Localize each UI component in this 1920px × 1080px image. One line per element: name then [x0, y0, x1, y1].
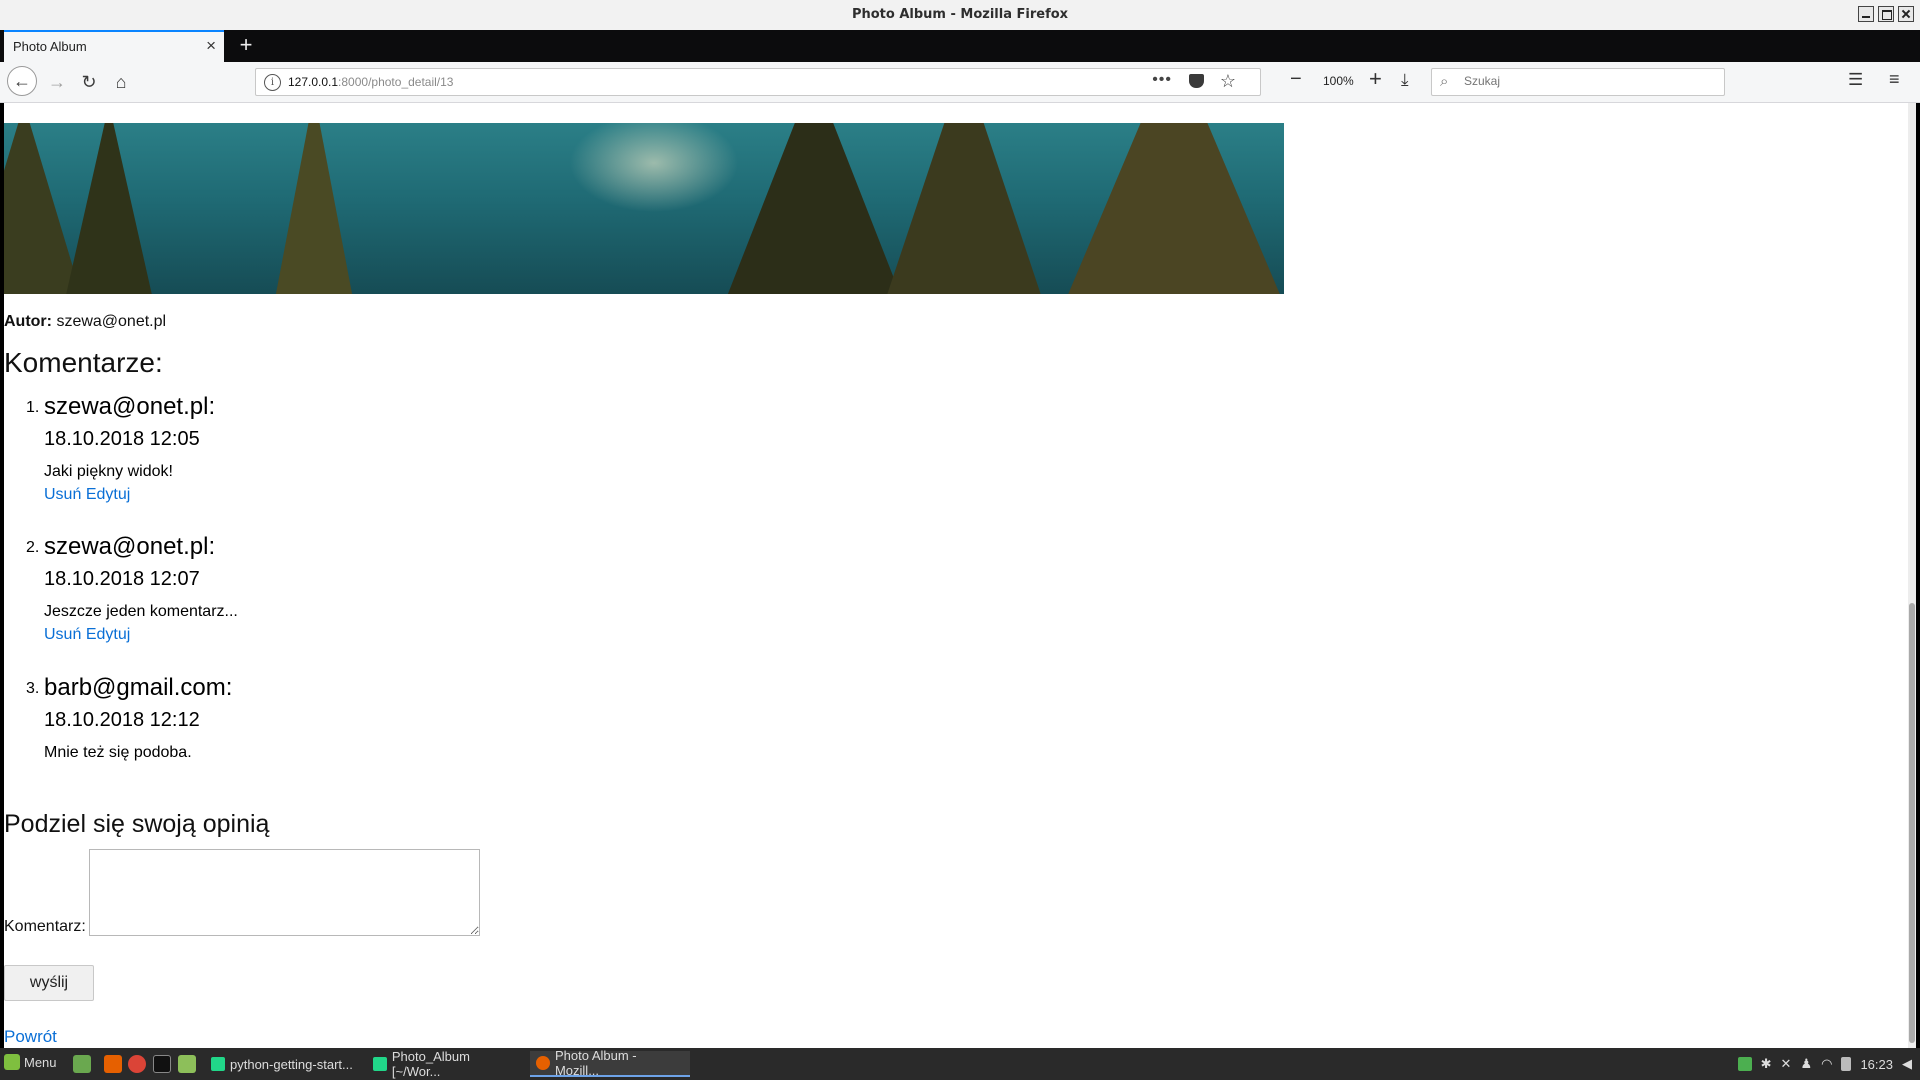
comment-text: Jaki piękny widok!	[44, 463, 173, 480]
show-desktop-icon[interactable]	[73, 1055, 91, 1073]
comment-item: 3. barb@gmail.com: 18.10.2018 12:12 Mnie…	[26, 674, 744, 762]
forward-icon[interactable]: →	[43, 68, 71, 96]
start-menu-button[interactable]: Menu	[4, 1054, 57, 1070]
page-viewport: Autor: szewa@onet.pl Komentarze: 1. szew…	[4, 103, 1916, 1048]
tree-shape	[1064, 123, 1284, 294]
comment-actions: Usuń Edytuj	[44, 626, 744, 644]
comment-item: 1. szewa@onet.pl: 18.10.2018 12:05 Jaki …	[26, 393, 744, 504]
tree-shape	[274, 123, 354, 294]
start-menu-label: Menu	[24, 1054, 57, 1070]
comment-form-heading: Podziel się swoją opinią	[4, 810, 270, 838]
zoom-out-icon[interactable]: −	[1290, 68, 1302, 91]
edit-comment-link[interactable]: Edytuj	[86, 486, 130, 503]
taskbar: Menu python-getting-start... Photo_Album…	[0, 1048, 1920, 1080]
minimize-button[interactable]	[1858, 6, 1874, 22]
comment-item: 2. szewa@onet.pl: 18.10.2018 12:07 Jeszc…	[26, 533, 744, 644]
shield-icon[interactable]	[1737, 1057, 1752, 1071]
back-link[interactable]: Powrót	[4, 1027, 1284, 1047]
author-value: szewa@onet.pl	[56, 313, 167, 330]
comments-heading: Komentarze:	[4, 347, 163, 378]
url-text[interactable]: 127.0.0.1:8000/photo_detail/13	[288, 75, 453, 89]
wifi-icon[interactable]: ◠	[1821, 1056, 1832, 1072]
search-icon: ⌕	[1440, 73, 1449, 90]
user-icon[interactable]: ♟	[1800, 1056, 1812, 1072]
new-tab-button[interactable]: +	[234, 32, 258, 58]
comment-actions: Usuń Edytuj	[44, 486, 744, 504]
delete-comment-link[interactable]: Usuń	[44, 626, 81, 643]
close-tab-icon[interactable]: ×	[206, 36, 216, 56]
taskbar-task-label: Photo Album - Mozill...	[554, 1048, 637, 1078]
system-tray: ✱ ✕ ♟ ◠ 16:23 ◀	[1737, 1056, 1912, 1072]
delete-comment-link[interactable]: Usuń	[44, 486, 81, 503]
comment-number: 3.	[26, 680, 40, 697]
home-icon[interactable]: ⌂	[107, 68, 135, 96]
scrollbar-thumb[interactable]	[1909, 603, 1915, 1043]
search-input[interactable]	[1462, 73, 1716, 89]
tab-title: Photo Album	[13, 39, 87, 54]
tree-shape	[724, 123, 904, 294]
submit-button[interactable]: wyślij	[4, 965, 94, 1001]
back-icon[interactable]: ←	[7, 66, 37, 96]
taskbar-task[interactable]: Photo_Album [~/Wor...	[367, 1049, 527, 1079]
comment-author: barb@gmail.com:	[44, 674, 233, 701]
tab-strip: Photo Album × +	[0, 30, 1920, 62]
author-label: Autor:	[4, 313, 52, 330]
comment-textarea[interactable]	[89, 849, 480, 936]
info-icon[interactable]: i	[264, 74, 281, 91]
tab-photo-album[interactable]: Photo Album ×	[4, 30, 224, 62]
menu-icon[interactable]: ≡	[1889, 69, 1900, 90]
url-bar[interactable]: i 127.0.0.1:8000/photo_detail/13 ••• ☆	[255, 68, 1261, 96]
vertical-scrollbar[interactable]	[1908, 103, 1916, 1048]
tree-shape	[64, 123, 154, 294]
comment-date: 18.10.2018 12:12	[44, 709, 200, 731]
nav-toolbar: ← → ↻ ⌂ i 127.0.0.1:8000/photo_detail/13…	[0, 62, 1920, 103]
taskbar-task[interactable]: python-getting-start...	[205, 1051, 365, 1077]
files-launcher-icon[interactable]	[178, 1055, 196, 1073]
comment-number: 1.	[26, 399, 40, 416]
comment-author: szewa@onet.pl:	[44, 533, 216, 560]
pycharm-icon	[211, 1057, 225, 1071]
comment-text: Jeszcze jeden komentarz...	[44, 603, 238, 620]
clock[interactable]: 16:23	[1860, 1057, 1893, 1072]
close-window-button[interactable]	[1898, 6, 1914, 22]
pycharm-icon	[373, 1057, 387, 1071]
download-icon[interactable]: ⤓	[1401, 70, 1409, 90]
battery-icon[interactable]	[1841, 1057, 1852, 1071]
comment-author: szewa@onet.pl:	[44, 393, 216, 420]
bookmark-star-icon[interactable]: ☆	[1220, 71, 1236, 92]
network-off-icon[interactable]: ✕	[1781, 1056, 1792, 1072]
taskbar-task-label: python-getting-start...	[230, 1056, 353, 1072]
author-line: Autor: szewa@onet.pl	[4, 313, 1284, 331]
page-actions-icon[interactable]: •••	[1152, 71, 1172, 89]
bluetooth-icon[interactable]: ✱	[1761, 1056, 1772, 1072]
terminal-launcher-icon[interactable]	[153, 1055, 171, 1073]
url-host: 127.0.0.1	[288, 75, 339, 89]
chrome-launcher-icon[interactable]	[128, 1055, 146, 1073]
firefox-icon	[536, 1056, 550, 1070]
photo-image	[4, 123, 1284, 294]
zoom-in-icon[interactable]: +	[1369, 66, 1382, 92]
zoom-level[interactable]: 100%	[1323, 74, 1354, 88]
comment-date: 18.10.2018 12:07	[44, 568, 200, 590]
maximize-button[interactable]	[1878, 6, 1894, 22]
search-bar[interactable]: ⌕	[1431, 68, 1725, 96]
url-path: :8000/photo_detail/13	[338, 75, 454, 89]
window-controls	[1858, 6, 1914, 22]
pocket-icon[interactable]	[1189, 74, 1204, 88]
taskbar-task-active[interactable]: Photo Album - Mozill...	[530, 1048, 690, 1078]
library-icon[interactable]: ☰	[1848, 70, 1863, 90]
window-titlebar: Photo Album - Mozilla Firefox	[0, 0, 1920, 31]
firefox-launcher-icon[interactable]	[104, 1055, 122, 1073]
taskbar-task-label: Photo_Album [~/Wor...	[391, 1049, 470, 1079]
edit-comment-link[interactable]: Edytuj	[86, 626, 130, 643]
tree-shape	[884, 123, 1044, 294]
comment-text: Mnie też się podoba.	[44, 744, 192, 761]
comment-number: 2.	[26, 539, 40, 556]
mint-logo-icon	[4, 1054, 20, 1070]
comment-date: 18.10.2018 12:05	[44, 428, 200, 450]
volume-icon[interactable]: ◀	[1902, 1056, 1912, 1072]
reload-icon[interactable]: ↻	[75, 68, 103, 96]
window-title: Photo Album - Mozilla Firefox	[851, 7, 1069, 22]
